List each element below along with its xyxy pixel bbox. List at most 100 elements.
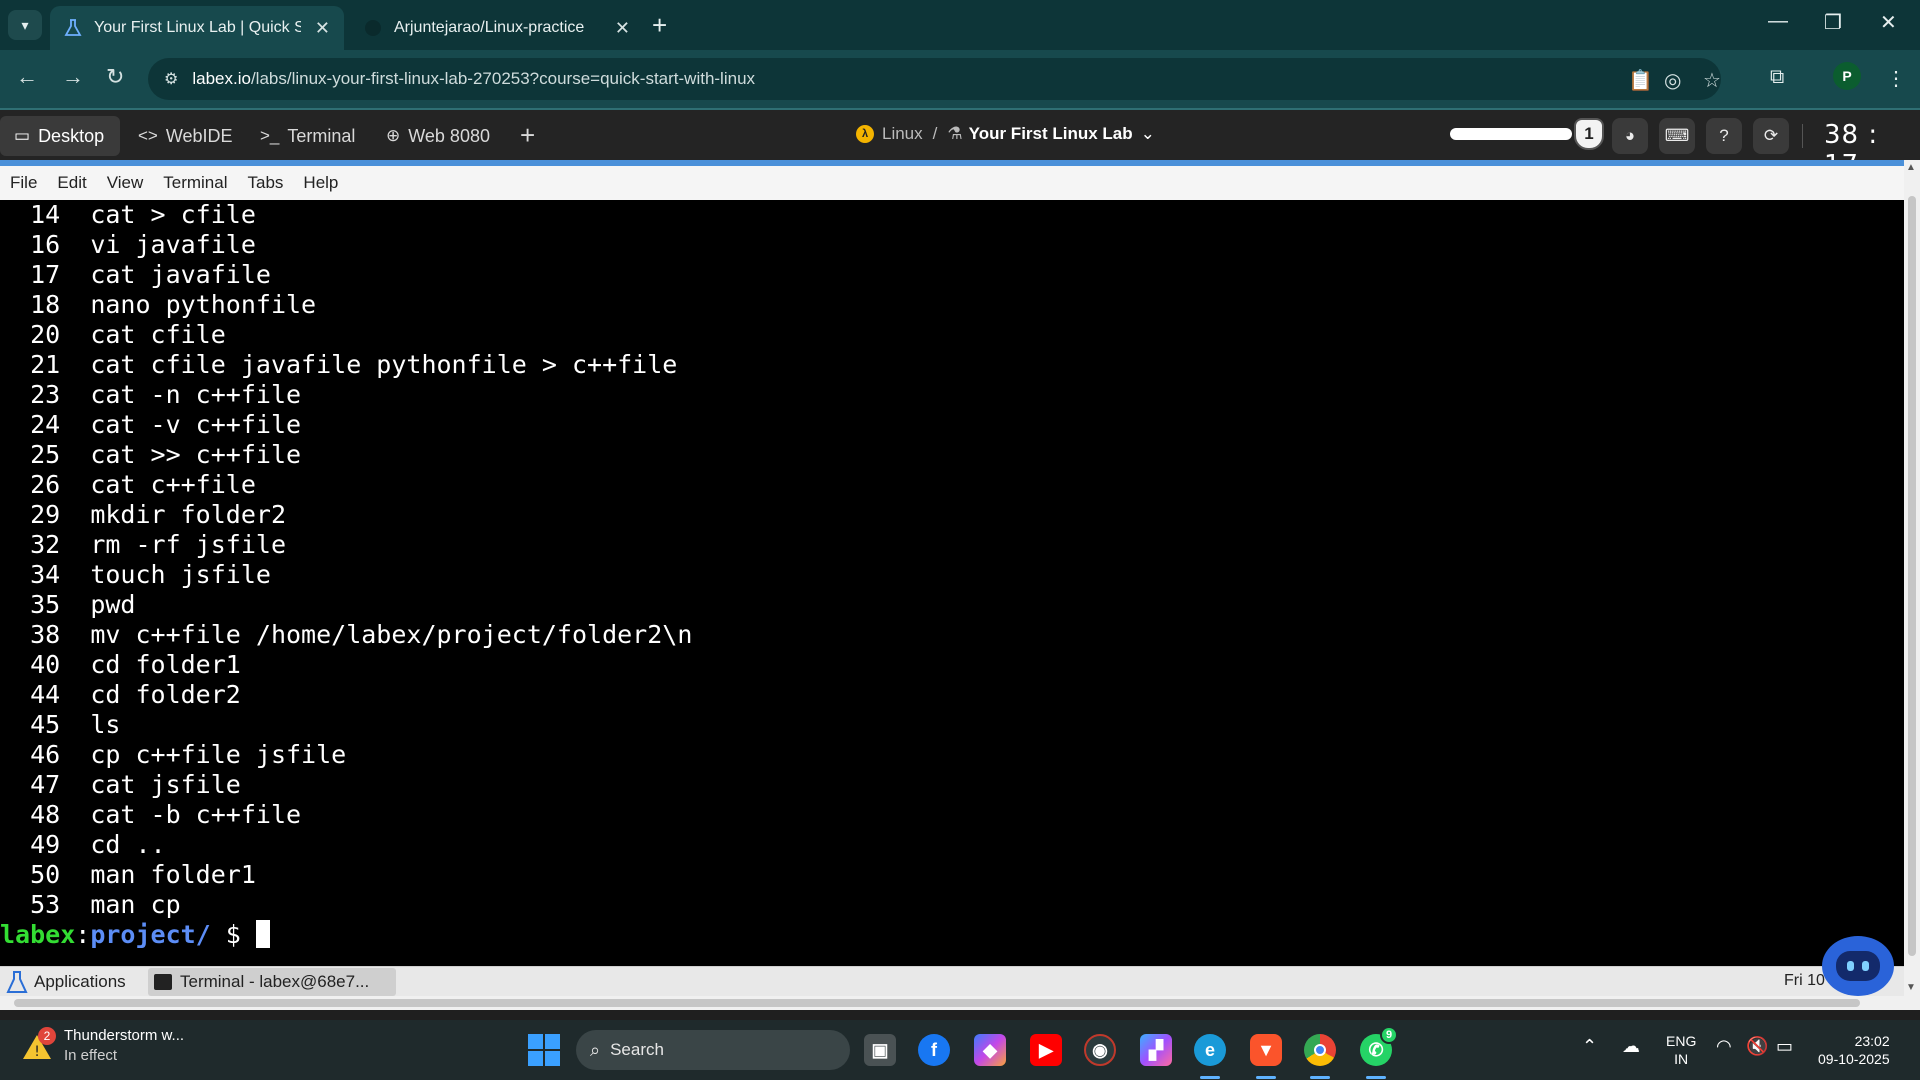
eye-slash-icon[interactable]: ◎ [1664, 68, 1681, 93]
url-text: labex.io/labs/linux-your-first-linux-lab… [192, 69, 756, 88]
restore-icon[interactable]: ❐ [1824, 10, 1842, 35]
weather-widget[interactable]: ! 2 Thunderstorm w... In effect [20, 1026, 184, 1066]
prompt-colon: : [75, 920, 91, 949]
taskbar-search[interactable]: ⌕ Search [576, 1030, 850, 1070]
discord-icon[interactable]: ◕ [1612, 118, 1648, 154]
close-tab-icon[interactable]: ✕ [615, 18, 630, 39]
history-number: 46 [30, 740, 61, 769]
battery-icon[interactable]: ▭ [1776, 1036, 1793, 1057]
help-icon[interactable]: ? [1706, 118, 1742, 154]
labex-topbar: ▭ Desktop <> WebIDE >_ Terminal ⊕ Web 8080 +… [0, 108, 1920, 180]
history-number: 24 [30, 410, 61, 439]
breadcrumb-course[interactable]: Linux [882, 124, 923, 144]
taskbar-terminal-button[interactable]: Terminal - labex@68e7... [148, 968, 396, 996]
tab-desktop[interactable]: ▭ Desktop [0, 116, 120, 156]
history-line: 50 man folder1 [0, 860, 692, 890]
history-line: 46 cp c++file jsfile [0, 740, 692, 770]
scrollbar-thumb[interactable] [1908, 196, 1916, 956]
add-tab-button[interactable]: + [520, 120, 535, 151]
profile-avatar[interactable]: P [1833, 62, 1861, 90]
reload-icon[interactable]: ↻ [106, 64, 124, 90]
wifi-icon[interactable]: ◠ [1716, 1036, 1732, 1057]
history-number: 18 [30, 290, 61, 319]
history-number: 40 [30, 650, 61, 679]
history-number: 35 [30, 590, 61, 619]
vertical-scrollbar[interactable]: ▲ ▼ [1904, 160, 1920, 996]
facebook-icon[interactable]: f [918, 1034, 950, 1066]
history-number: 20 [30, 320, 61, 349]
history-command: vi javafile [90, 230, 256, 259]
tab-labex[interactable]: Your First Linux Lab | Quick Start ✕ [50, 6, 344, 50]
menu-file[interactable]: File [0, 173, 47, 193]
applications-menu[interactable]: Applications [4, 969, 126, 995]
language-indicator[interactable]: ENG IN [1666, 1032, 1696, 1068]
chevron-down-icon[interactable]: ⌄ [1141, 124, 1155, 144]
tab-webide[interactable]: <> WebIDE [124, 116, 247, 156]
address-bar[interactable]: ⚙ labex.io/labs/linux-your-first-linux-l… [148, 58, 1721, 100]
new-tab-button[interactable]: + [652, 10, 667, 41]
clipboard-icon[interactable]: 📋 [1628, 68, 1653, 93]
tab-web-8080[interactable]: ⊕ Web 8080 [372, 116, 504, 156]
close-window-icon[interactable]: ✕ [1880, 10, 1897, 35]
edge-icon[interactable]: e [1194, 1034, 1226, 1079]
ai-assistant-robot-icon[interactable] [1822, 936, 1894, 996]
lab-name[interactable]: Your First Linux Lab [969, 124, 1133, 144]
remote-desktop: File Edit View Terminal Tabs Help 14 cat… [0, 160, 1920, 1010]
tab-search-button[interactable]: ▾ [8, 10, 42, 40]
youtube-icon[interactable]: ▶ [1030, 1034, 1062, 1066]
forward-icon[interactable]: → [62, 64, 84, 90]
menu-view[interactable]: View [97, 173, 154, 193]
brave-icon[interactable]: ▼ [1250, 1034, 1282, 1079]
extensions-icon[interactable]: ⧉ [1770, 66, 1784, 89]
history-line: 21 cat cfile javafile pythonfile > c++fi… [0, 350, 692, 380]
speaker-muted-icon[interactable]: 🔇 [1746, 1036, 1768, 1057]
minimize-icon[interactable]: — [1768, 10, 1788, 33]
menu-edit[interactable]: Edit [47, 173, 96, 193]
shell-prompt[interactable]: labex:project/ $ [0, 920, 692, 950]
app-icon[interactable]: ◉ [1084, 1034, 1116, 1066]
scroll-down-icon[interactable]: ▼ [1906, 982, 1916, 993]
history-number: 53 [30, 890, 61, 919]
menu-help[interactable]: Help [293, 173, 348, 193]
task-view-icon[interactable]: ▣ [864, 1034, 896, 1066]
tab-terminal[interactable]: >_ Terminal [246, 116, 369, 156]
scroll-up-icon[interactable]: ▲ [1906, 162, 1916, 173]
onedrive-icon[interactable]: ☁ [1622, 1036, 1640, 1057]
site-info-icon[interactable]: ⚙ [164, 69, 178, 89]
windows-start-icon[interactable] [528, 1034, 560, 1066]
history-number: 29 [30, 500, 61, 529]
history-command: pwd [90, 590, 136, 619]
back-icon[interactable]: ← [16, 64, 38, 90]
chrome-icon[interactable] [1304, 1034, 1336, 1079]
history-number: 21 [30, 350, 61, 379]
tab-github[interactable]: Arjuntejarao/Linux-practice ✕ [350, 6, 644, 50]
bookmark-star-icon[interactable]: ☆ [1703, 68, 1721, 93]
terminal-output[interactable]: 14 cat > cfile 16 vi javafile 17 cat jav… [0, 200, 1904, 966]
kebab-menu-icon[interactable]: ⋮ [1886, 66, 1906, 91]
show-hidden-icons-chevron-icon[interactable]: ⌃ [1582, 1036, 1597, 1057]
history-command: ls [90, 710, 121, 739]
refresh-vm-icon[interactable]: ⟳ [1753, 118, 1789, 154]
copilot-icon[interactable]: ◆ [974, 1034, 1006, 1066]
history-command: man folder1 [90, 860, 256, 889]
horizontal-scrollbar[interactable] [0, 996, 1920, 1010]
menu-tabs[interactable]: Tabs [238, 173, 294, 193]
whatsapp-icon[interactable]: ✆ 9 [1360, 1026, 1398, 1079]
history-command: cat c++file [90, 470, 256, 499]
history-command: cat -n c++file [90, 380, 302, 409]
system-clock[interactable]: 23:02 09-10-2025 [1818, 1032, 1890, 1068]
keyboard-icon[interactable]: ⌨ [1659, 118, 1695, 154]
history-line: 40 cd folder1 [0, 650, 692, 680]
history-command: mv c++file /home/labex/project/folder2\n [90, 620, 693, 649]
history-command: cat cfile javafile pythonfile > c++file [90, 350, 678, 379]
history-command: man cp [90, 890, 181, 919]
history-number: 14 [30, 200, 61, 229]
labex-flask-icon [64, 19, 82, 37]
history-command: cat > cfile [90, 200, 256, 229]
microsoft365-icon[interactable]: ▞ [1140, 1034, 1172, 1066]
menu-terminal[interactable]: Terminal [153, 173, 237, 193]
linux-icon: λ [856, 125, 874, 143]
close-tab-icon[interactable]: ✕ [315, 18, 330, 39]
scrollbar-thumb[interactable] [14, 999, 1860, 1007]
windows-taskbar: ! 2 Thunderstorm w... In effect ⌕ Search… [0, 1020, 1920, 1080]
